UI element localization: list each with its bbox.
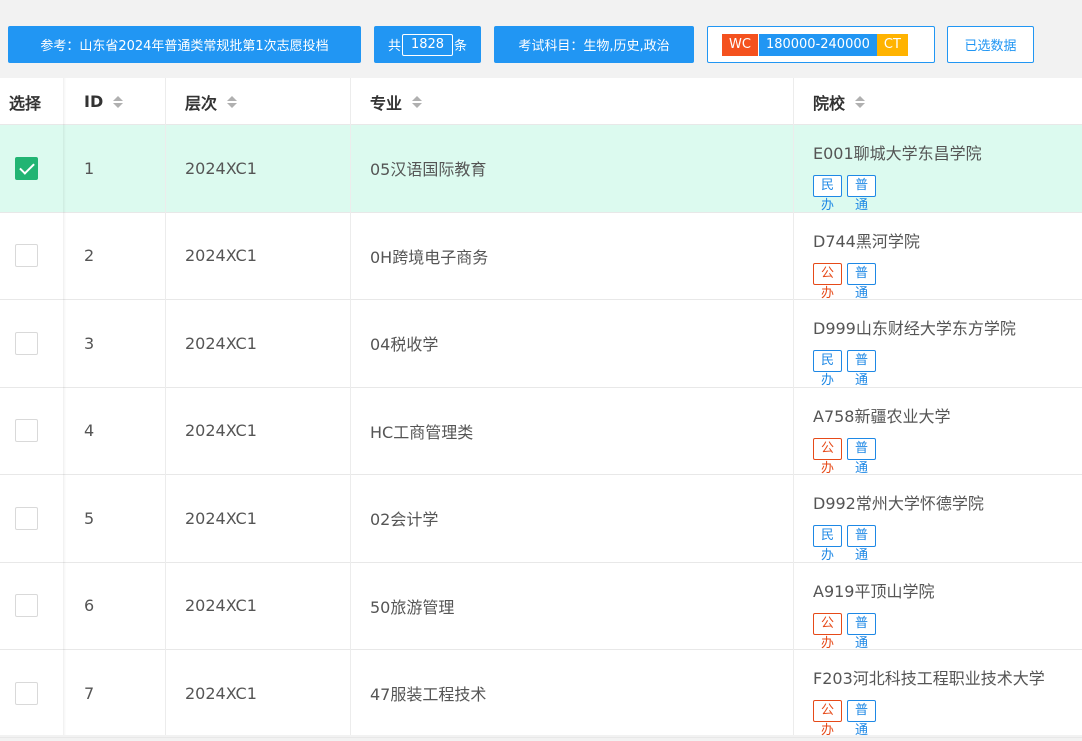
row-checkbox[interactable]	[15, 331, 38, 355]
row-checkbox[interactable]	[15, 156, 38, 180]
header-major[interactable]: 专业	[370, 78, 423, 125]
id-cell: 4	[84, 421, 95, 441]
major-cell: 0H跨境电子商务	[370, 247, 489, 267]
school-tags: 公办 普通	[813, 612, 877, 651]
select-cell	[0, 563, 63, 650]
wc-ct-filter[interactable]: WC 180000-240000 CT	[707, 26, 935, 63]
table-header: 选择 ID 层次 专业 院校	[0, 78, 1082, 125]
table-row[interactable]: 5 2024XC1 02会计学 D992常州大学怀德学院民办 普通	[0, 475, 1082, 563]
column-divider	[793, 78, 794, 735]
school-tags: 公办 普通	[813, 437, 877, 476]
type-tag: 普通	[847, 525, 877, 563]
row-checkbox[interactable]	[15, 681, 38, 705]
major-cell: 04税收学	[370, 335, 439, 355]
school-name: D999山东财经大学东方学院	[813, 319, 1016, 338]
total-count-button[interactable]: 共 1828 条	[374, 26, 481, 63]
level-cell: 2024XC1	[185, 246, 257, 266]
id-cell: 6	[84, 596, 95, 616]
header-id[interactable]: ID	[84, 78, 124, 125]
select-cell	[0, 213, 63, 300]
row-checkbox[interactable]	[15, 506, 38, 530]
row-checkbox[interactable]	[15, 419, 38, 443]
header-school[interactable]: 院校	[813, 78, 866, 125]
ownership-tag: 公办	[813, 262, 843, 301]
selected-data-button[interactable]: 已选数据	[947, 26, 1034, 63]
level-cell: 2024XC1	[185, 683, 257, 703]
header-level[interactable]: 层次	[185, 78, 238, 125]
level-cell: 2024XC1	[185, 333, 257, 353]
sort-icon[interactable]	[113, 95, 124, 108]
type-tag: 普通	[847, 700, 877, 738]
type-tag: 普通	[847, 437, 877, 476]
select-cell	[0, 650, 63, 737]
id-cell: 2	[84, 246, 95, 266]
school-name: A919平顶山学院	[813, 581, 935, 601]
total-suffix: 条	[454, 39, 468, 54]
reference-button[interactable]: 参考：山东省2024年普通类常规批第1次志愿投档	[8, 26, 361, 63]
data-table: 选择 ID 层次 专业 院校 1 2024XC1 05汉语国际教育 E001聊城大学东…	[0, 78, 1082, 738]
level-cell: 2024XC1	[185, 508, 257, 528]
ownership-tag: 公办	[813, 437, 843, 476]
select-cell	[0, 388, 63, 475]
table-row[interactable]: 6 2024XC1 50旅游管理 A919平顶山学院公办 普通	[0, 563, 1082, 651]
ownership-tag: 民办	[813, 175, 843, 213]
level-cell: 2024XC1	[185, 596, 257, 616]
type-tag: 普通	[847, 612, 877, 651]
ownership-tag: 民办	[813, 525, 843, 563]
sort-icon[interactable]	[855, 95, 866, 108]
type-tag: 普通	[847, 262, 877, 301]
subjects-button[interactable]: 考试科目：生物,历史,政治	[494, 26, 694, 63]
sort-icon[interactable]	[412, 95, 423, 108]
type-tag: 普通	[847, 350, 877, 388]
ownership-tag: 公办	[813, 700, 843, 738]
school-name: A758新疆农业大学	[813, 406, 951, 426]
sort-icon[interactable]	[227, 95, 238, 108]
school-name: E001聊城大学东昌学院	[813, 144, 982, 163]
table-row[interactable]: 2 2024XC1 0H跨境电子商务 D744黑河学院公办 普通	[0, 213, 1082, 301]
major-cell: 50旅游管理	[370, 597, 455, 617]
toolbar: 参考：山东省2024年普通类常规批第1次志愿投档 共 1828 条 考试科目：生…	[0, 0, 1082, 78]
major-cell: 05汉语国际教育	[370, 160, 487, 180]
select-cell	[0, 475, 63, 562]
column-divider	[350, 78, 351, 735]
select-cell	[0, 125, 63, 212]
school-name: D744黑河学院	[813, 231, 920, 251]
school-tags: 民办 普通	[813, 525, 877, 563]
table-row[interactable]: 7 2024XC1 47服装工程技术 F203河北科技工程职业技术大学公办 普通	[0, 650, 1082, 738]
major-cell: HC工商管理类	[370, 422, 474, 442]
row-checkbox[interactable]	[15, 244, 38, 268]
school-tags: 公办 普通	[813, 262, 877, 301]
wc-label: WC	[722, 33, 758, 56]
table-row[interactable]: 1 2024XC1 05汉语国际教育 E001聊城大学东昌学院民办 普通	[0, 125, 1082, 213]
header-select: 选择	[9, 93, 42, 113]
school-tags: 民办 普通	[813, 175, 877, 213]
column-divider	[165, 78, 166, 735]
row-checkbox[interactable]	[15, 594, 38, 618]
school-name: D992常州大学怀德学院	[813, 494, 984, 513]
school-tags: 民办 普通	[813, 350, 877, 388]
school-tags: 公办 普通	[813, 700, 877, 738]
id-cell: 3	[84, 333, 95, 353]
id-cell: 1	[84, 158, 95, 178]
id-cell: 5	[84, 508, 95, 528]
total-prefix: 共	[387, 39, 401, 54]
wc-range: 180000-240000	[758, 33, 877, 56]
ct-label: CT	[876, 33, 908, 56]
major-cell: 02会计学	[370, 510, 439, 530]
school-name: F203河北科技工程职业技术大学	[813, 669, 1045, 688]
select-cell	[0, 300, 63, 387]
id-cell: 7	[84, 683, 95, 703]
fixed-column-shadow	[63, 78, 66, 735]
table-row[interactable]: 4 2024XC1 HC工商管理类 A758新疆农业大学公办 普通	[0, 388, 1082, 476]
ownership-tag: 民办	[813, 350, 843, 388]
table-row[interactable]: 3 2024XC1 04税收学 D999山东财经大学东方学院民办 普通	[0, 300, 1082, 388]
level-cell: 2024XC1	[185, 421, 257, 441]
major-cell: 47服装工程技术	[370, 685, 487, 705]
type-tag: 普通	[847, 175, 877, 213]
ownership-tag: 公办	[813, 612, 843, 651]
total-count: 1828	[401, 33, 454, 56]
level-cell: 2024XC1	[185, 158, 257, 178]
